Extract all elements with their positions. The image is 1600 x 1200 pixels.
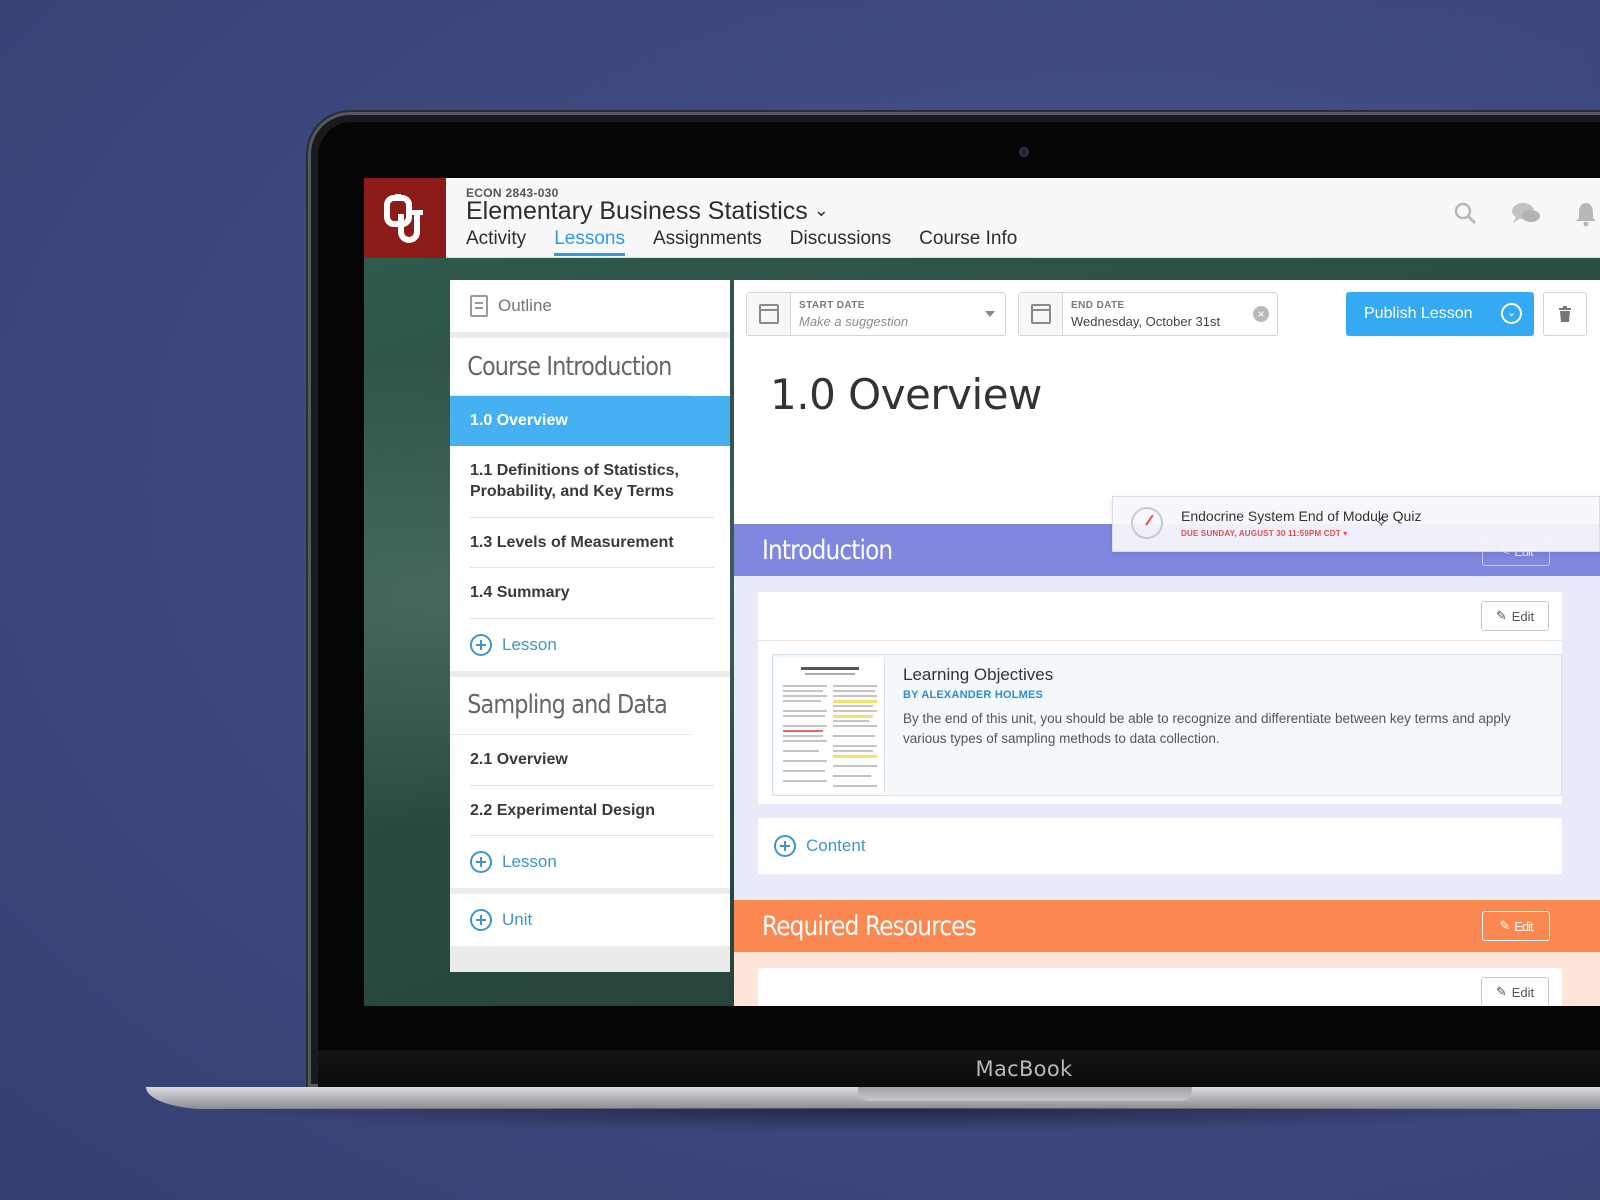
chevron-down-icon: ⌄ [813,200,829,220]
add-content-label: Content [806,836,866,855]
document-thumbnail [775,657,885,793]
pencil-icon: ✎ [1499,918,1510,933]
chat-icon[interactable] [1510,200,1542,228]
lesson-label: 1.3 Levels of Measurement [470,518,714,569]
document-author: BY ALEXANDER HOLMES [903,689,1044,701]
chevron-down-circle-icon[interactable]: ⌄ [1501,303,1522,324]
lesson-item[interactable]: 2.2 Experimental Design [450,786,730,837]
add-circle-icon [470,909,492,932]
add-circle-icon [470,633,492,656]
content-card: ✎ Edit [758,592,1562,804]
add-lesson-label: Lesson [502,852,557,872]
lesson-label: 1.1 Definitions of Statistics, Probabili… [470,446,714,518]
grab-cursor-icon: ✧ [1375,514,1388,531]
outline-icon [470,295,488,317]
lesson-label: 1.4 Summary [470,568,714,619]
clear-icon[interactable]: × [1253,306,1269,322]
content-card: ✎ Edit [758,968,1562,1006]
document-description: By the end of this unit, you should be a… [903,711,1511,746]
tab-discussions[interactable]: Discussions [790,228,891,256]
add-unit-label: Unit [502,910,533,930]
lesson-title: 1.0 Overview [770,370,1042,419]
edit-content-button[interactable]: ✎ Edit [1481,977,1549,1006]
calendar-icon [758,304,779,324]
quiz-due-date[interactable]: DUE SUNDAY, AUGUST 30 11:59PM CDT ▾ [1181,529,1347,538]
course-title-dropdown[interactable]: Elementary Business Statistics ⌄ [466,197,829,226]
tab-lessons[interactable]: Lessons [554,228,625,256]
start-date-placeholder: Make a suggestion [799,314,909,329]
add-lesson-label: Lesson [502,634,557,654]
laptop-shadow [180,1108,1600,1132]
outline-header[interactable]: Outline [450,280,730,332]
edit-label: Edit [1511,608,1535,624]
end-date-label: END DATE [1071,300,1125,311]
outline-label: Outline [498,296,552,315]
screen: ECON 2843-030 Elementary Business Statis… [364,178,1600,1006]
section-title: Required Resources [762,910,977,942]
add-lesson-button[interactable]: Lesson [450,619,730,671]
tab-activity[interactable]: Activity [466,228,526,256]
edit-label: Edit [1511,984,1535,1000]
lesson-label: 1.0 Overview [470,412,568,429]
section-title: Introduction [762,534,893,566]
add-circle-icon [774,835,796,857]
caret-down-icon [985,311,995,317]
lesson-label: 2.1 Overview [470,735,714,786]
lesson-item[interactable]: 1.1 Definitions of Statistics, Probabili… [450,446,730,518]
top-bar: ECON 2843-030 Elementary Business Statis… [364,178,1600,258]
publish-label: Publish Lesson [1364,305,1473,322]
edit-content-button[interactable]: ✎ Edit [1481,601,1549,631]
document-title[interactable]: Learning Objectives [903,665,1053,685]
university-logo[interactable] [364,178,446,258]
delete-lesson-button[interactable] [1543,292,1587,336]
lesson-item[interactable]: 1.3 Levels of Measurement [450,518,730,569]
required-resources-section-header: Required Resources ✎ Edit [734,900,1600,952]
unit-title[interactable]: Sampling and Data [450,677,691,735]
document-attachment[interactable]: Learning Objectives BY ALEXANDER HOLMES … [772,654,1562,796]
course-nav: Activity Lessons Assignments Discussions… [466,228,1017,256]
document-preview-image [783,667,877,787]
start-date-label: START DATE [799,300,865,311]
unit-course-introduction: Course Introduction 1.0 Overview 1.1 Def… [450,338,730,671]
pencil-icon: ✎ [1495,984,1507,999]
search-icon[interactable] [1452,200,1480,228]
lesson-editor: START DATE Make a suggestion END DATE We… [734,280,1600,1006]
add-unit-button[interactable]: Unit [450,894,730,946]
add-content-button[interactable]: Content [758,818,1562,874]
laptop-brand-label: MacBook [975,1057,1073,1081]
tab-course-info[interactable]: Course Info [919,228,1017,256]
top-icon-group [1452,200,1600,228]
tab-assignments[interactable]: Assignments [653,228,762,256]
dragged-quiz-item[interactable]: Endocrine System End of Module Quiz DUE … [1112,496,1600,552]
unit-sampling-and-data: Sampling and Data 2.1 Overview 2.2 Exper… [450,676,730,889]
ou-logo-icon [384,194,423,243]
introduction-content-area: ✎ Edit Learning Objectives BY ALEXANDER … [734,576,1600,900]
quiz-timer-icon [1131,507,1163,539]
start-date-picker[interactable]: START DATE Make a suggestion [746,292,1006,336]
course-title: Elementary Business Statistics [466,197,808,225]
notification-bell-icon[interactable] [1572,200,1600,228]
end-date-picker[interactable]: END DATE Wednesday, October 31st × [1018,292,1278,336]
required-resources-content-area: ✎ Edit [734,952,1600,1006]
trash-icon [1559,306,1571,322]
publish-lesson-button[interactable]: Publish Lesson ⌄ [1346,292,1534,336]
add-circle-icon [470,851,492,874]
calendar-icon [1030,304,1051,324]
edit-section-button[interactable]: ✎ Edit [1482,911,1550,941]
lesson-label: 2.2 Experimental Design [470,786,714,837]
add-lesson-button[interactable]: Lesson [450,836,730,888]
edit-label: Edit [1514,918,1533,934]
lesson-item[interactable]: 1.0 Overview [450,396,730,446]
lesson-item[interactable]: 2.1 Overview [450,735,730,786]
end-date-value: Wednesday, October 31st [1071,314,1221,329]
camera [1019,147,1029,157]
unit-title[interactable]: Course Introduction [450,338,691,396]
card-divider [758,640,1562,641]
lesson-item[interactable]: 1.4 Summary [450,568,730,619]
lesson-outline-sidebar: Outline Course Introduction 1.0 Overview… [450,280,730,972]
pencil-icon: ✎ [1495,608,1507,623]
laptop-hinge-notch [858,1087,1192,1101]
add-unit-block: Unit [450,894,730,947]
